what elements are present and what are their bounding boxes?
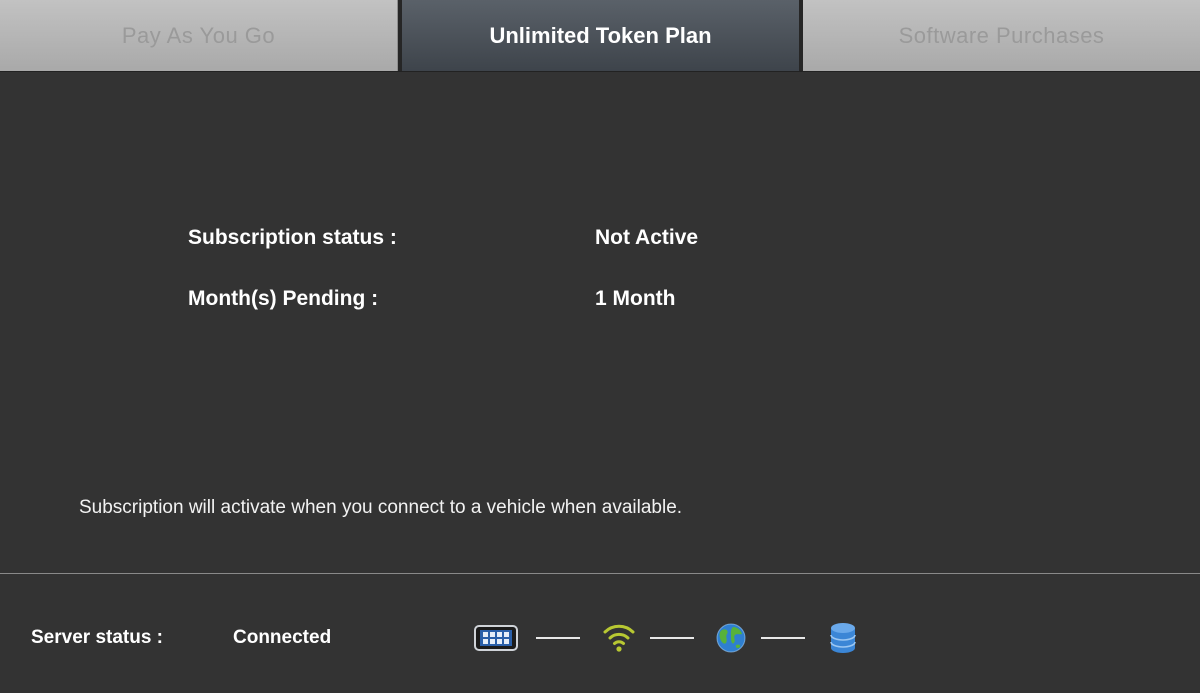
globe-icon xyxy=(716,623,746,653)
database-icon xyxy=(830,623,856,653)
months-pending-row: Month(s) Pending : 1 Month xyxy=(0,287,1200,317)
connection-chain xyxy=(474,621,874,655)
server-status-value: Connected xyxy=(233,627,332,648)
connection-line xyxy=(761,637,805,639)
subscription-panel: Subscription status : Not Active Month(s… xyxy=(0,72,1200,573)
months-pending-label: Month(s) Pending : xyxy=(188,287,379,310)
server-status-label: Server status : xyxy=(31,627,164,648)
scan-tool-icon xyxy=(474,625,518,651)
tab-bar: Pay As You Go Unlimited Token Plan Softw… xyxy=(0,0,1200,72)
subscription-status-label: Subscription status : xyxy=(188,226,397,249)
wifi-icon xyxy=(603,624,635,652)
subscription-status-row: Subscription status : Not Active xyxy=(0,226,1200,256)
tab-pay-as-you-go[interactable]: Pay As You Go xyxy=(0,0,398,71)
months-pending-value: 1 Month xyxy=(595,287,676,310)
activation-note: Subscription will activate when you conn… xyxy=(79,497,683,518)
server-status-bar: Server status : Connected xyxy=(0,574,1200,693)
connection-line xyxy=(536,637,580,639)
connection-line xyxy=(650,637,694,639)
tab-software-purchases[interactable]: Software Purchases xyxy=(803,0,1200,71)
subscription-status-value: Not Active xyxy=(595,226,699,249)
app-window: Pay As You Go Unlimited Token Plan Softw… xyxy=(0,0,1200,693)
tab-unlimited-token-plan[interactable]: Unlimited Token Plan xyxy=(398,0,803,71)
